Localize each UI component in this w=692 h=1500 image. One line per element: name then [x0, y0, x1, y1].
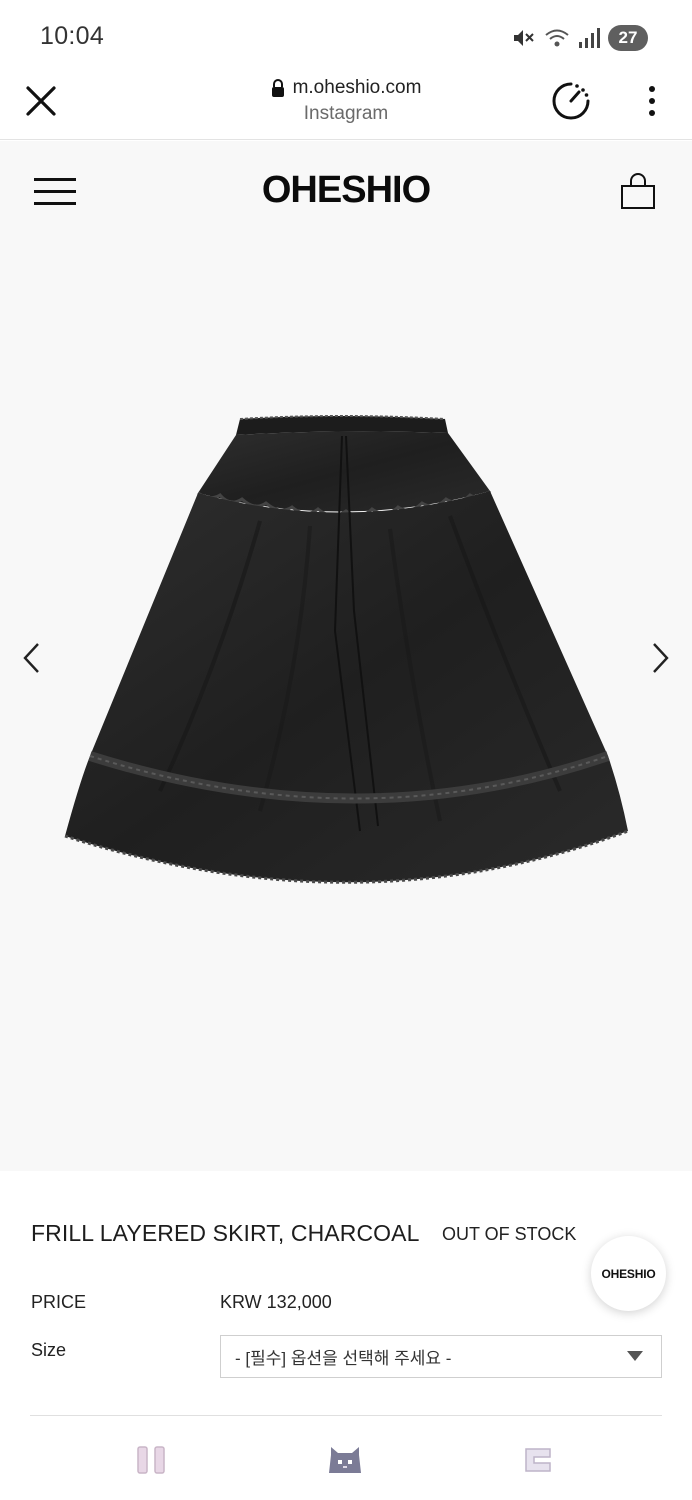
- mute-icon: [514, 30, 534, 46]
- logo-shape-icon[interactable]: [522, 1445, 554, 1475]
- chevron-right-icon[interactable]: [648, 641, 672, 675]
- browser-bar: m.oheshio.com Instagram: [0, 72, 692, 140]
- shopping-bag-icon[interactable]: [619, 172, 657, 210]
- close-icon[interactable]: [22, 82, 60, 120]
- wifi-icon: [545, 29, 569, 47]
- product-gallery[interactable]: [0, 241, 692, 1171]
- battery-indicator: 27: [608, 25, 648, 51]
- speed-dial-icon[interactable]: [550, 80, 592, 122]
- product-title: FRILL LAYERED SKIRT, CHARCOAL: [31, 1220, 420, 1246]
- price-value: KRW 132,000: [220, 1292, 332, 1312]
- status-time: 10:04: [40, 22, 105, 50]
- product-image: [64, 415, 629, 884]
- character-icon[interactable]: [327, 1445, 363, 1477]
- pause-icon[interactable]: [135, 1445, 167, 1475]
- stock-status: OUT OF STOCK: [442, 1224, 577, 1244]
- product-info: FRILL LAYERED SKIRT, CHARCOAL OUT OF STO…: [0, 1171, 692, 1500]
- site-header: OHESHIO: [0, 141, 692, 241]
- size-select[interactable]: - [필수] 옵션을 선택해 주세요 -: [220, 1335, 662, 1378]
- chevron-left-icon[interactable]: [20, 641, 44, 675]
- url-display[interactable]: m.oheshio.com Instagram: [200, 74, 492, 125]
- status-icons: 27: [512, 24, 648, 52]
- size-label: Size: [31, 1340, 67, 1360]
- url-source: Instagram: [303, 103, 389, 124]
- signal-icon: [579, 28, 600, 48]
- site-logo[interactable]: OHESHIO: [0, 169, 692, 212]
- divider: [30, 1415, 662, 1416]
- caret-down-icon: [627, 1351, 643, 1361]
- url-text: m.oheshio.com: [292, 77, 422, 98]
- status-bar: 10:04 27: [0, 0, 692, 72]
- price-label: PRICE: [31, 1292, 87, 1312]
- more-vert-icon[interactable]: [640, 84, 664, 118]
- size-select-value: - [필수] 옵션을 선택해 주세요 -: [235, 1349, 452, 1368]
- brand-chat-badge[interactable]: OHESHIO: [591, 1236, 666, 1311]
- lock-icon: [271, 79, 284, 97]
